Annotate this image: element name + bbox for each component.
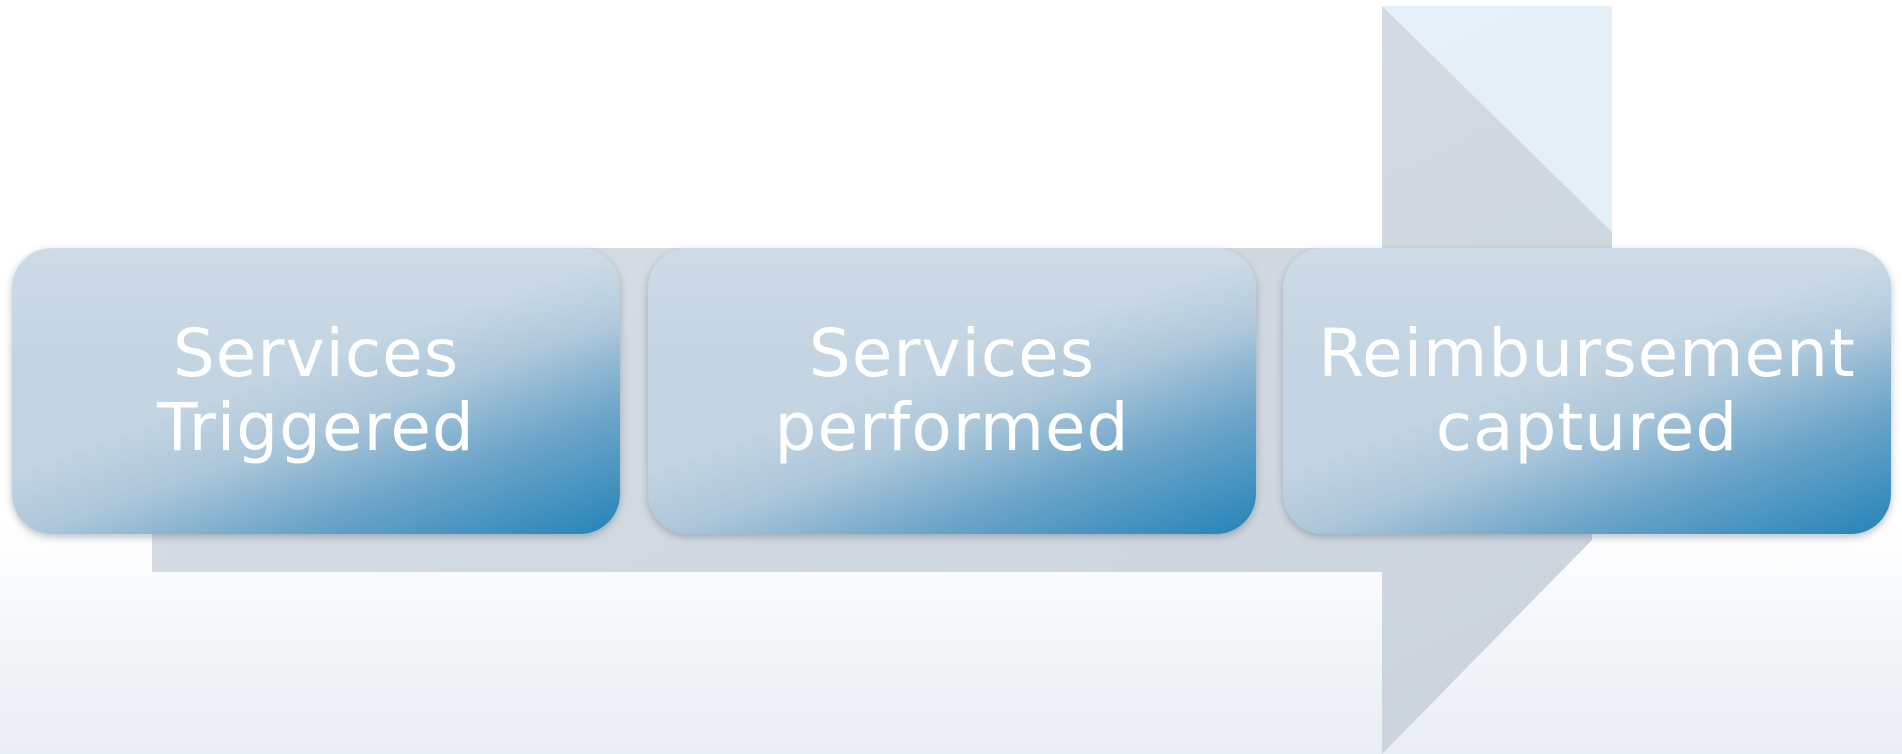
step-label-line2: performed xyxy=(774,389,1130,466)
step-label-line1: Services xyxy=(808,315,1096,392)
step-label: Services Triggered xyxy=(157,317,475,465)
step-label: Services performed xyxy=(774,317,1129,465)
process-diagram: Services Triggered Services performed Re… xyxy=(0,0,1902,754)
step-label-line1: Services xyxy=(172,315,460,392)
step-label-line2: captured xyxy=(1435,389,1739,466)
step-box-reimbursement-captured: Reimbursement captured xyxy=(1283,248,1891,534)
step-label: Reimbursement captured xyxy=(1318,317,1856,465)
step-box-services-triggered: Services Triggered xyxy=(12,248,620,534)
step-box-services-performed: Services performed xyxy=(648,248,1256,534)
step-label-line1: Reimbursement xyxy=(1318,315,1856,392)
step-label-line2: Triggered xyxy=(157,389,475,466)
